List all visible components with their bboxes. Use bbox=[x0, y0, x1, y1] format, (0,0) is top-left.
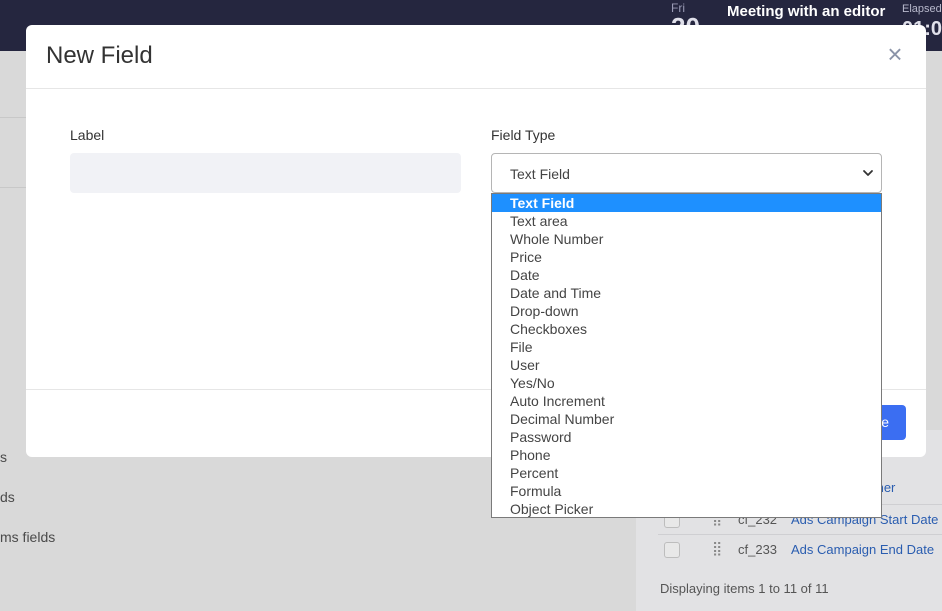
field-name-link[interactable]: Ads Campaign End Date bbox=[791, 542, 934, 557]
dropdown-option[interactable]: Auto Increment bbox=[492, 392, 881, 410]
field-type-dropdown-list: Text Field Text area Whole Number Price … bbox=[491, 193, 882, 518]
chevron-down-icon bbox=[863, 170, 873, 176]
dropdown-option[interactable]: Whole Number bbox=[492, 230, 881, 248]
dropdown-option[interactable]: Formula bbox=[492, 482, 881, 500]
drag-handle-icon[interactable]: ⣿ bbox=[712, 540, 722, 557]
dropdown-option[interactable]: Percent bbox=[492, 464, 881, 482]
dropdown-option[interactable]: Price bbox=[492, 248, 881, 266]
label-field-label: Label bbox=[70, 127, 105, 143]
dropdown-option[interactable]: Text Field bbox=[492, 194, 881, 212]
field-type-selected-value: Text Field bbox=[510, 166, 570, 182]
field-type-select[interactable]: Text Field bbox=[491, 153, 882, 193]
dropdown-option[interactable]: Yes/No bbox=[492, 374, 881, 392]
row-checkbox[interactable] bbox=[664, 542, 680, 558]
table-row: ⣿ cf_233 Ads Campaign End Date bbox=[658, 534, 942, 564]
divider bbox=[0, 117, 26, 118]
dropdown-option[interactable]: Drop-down bbox=[492, 302, 881, 320]
dropdown-option[interactable]: Password bbox=[492, 428, 881, 446]
dropdown-option[interactable]: Text area bbox=[492, 212, 881, 230]
close-icon[interactable]: × bbox=[884, 41, 906, 67]
dropdown-option[interactable]: Object Picker bbox=[492, 500, 881, 517]
dropdown-option[interactable]: User bbox=[492, 356, 881, 374]
pagination-info: Displaying items 1 to 11 of 11 bbox=[660, 581, 829, 596]
dropdown-option[interactable]: Phone bbox=[492, 446, 881, 464]
sidebar-item[interactable]: s bbox=[0, 449, 7, 465]
dropdown-option[interactable]: Decimal Number bbox=[492, 410, 881, 428]
dropdown-option[interactable]: File bbox=[492, 338, 881, 356]
sidebar-item[interactable]: ds bbox=[0, 489, 15, 505]
dropdown-option[interactable]: Date and Time bbox=[492, 284, 881, 302]
meeting-title[interactable]: Meeting with an editor bbox=[727, 3, 885, 20]
sidebar-item[interactable]: ms fields bbox=[0, 529, 55, 545]
elapsed-label: Elapsed bbox=[902, 3, 942, 15]
label-input[interactable] bbox=[70, 153, 461, 193]
field-type-label: Field Type bbox=[491, 127, 556, 143]
dropdown-option[interactable]: Date bbox=[492, 266, 881, 284]
field-code: cf_233 bbox=[738, 542, 778, 557]
dropdown-option[interactable]: Checkboxes bbox=[492, 320, 881, 338]
modal-header: New Field × bbox=[26, 25, 926, 89]
divider bbox=[0, 187, 26, 188]
modal-title: New Field bbox=[46, 42, 153, 69]
